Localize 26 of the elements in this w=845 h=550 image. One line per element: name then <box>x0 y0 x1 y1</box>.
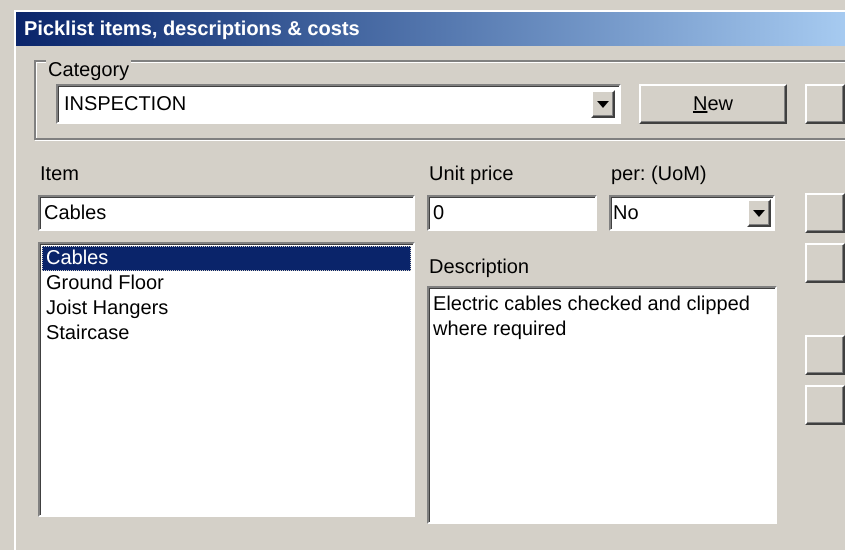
uom-dropdown[interactable]: No <box>609 195 775 231</box>
list-item[interactable]: Cables <box>42 246 411 271</box>
caret-icon <box>597 100 609 108</box>
list-item[interactable]: Joist Hangers <box>42 296 411 321</box>
items-list[interactable]: Cables Ground Floor Joist Hangers Staircase <box>38 242 415 517</box>
dropdown-button[interactable] <box>747 199 771 227</box>
field-label: per: (UoM) <box>611 162 708 186</box>
button[interactable]: New <box>639 84 787 124</box>
list-item[interactable]: Staircase <box>42 321 411 346</box>
category-dropdown[interactable]: INSPECTION <box>56 84 621 124</box>
input-field[interactable]: Cables <box>38 195 415 231</box>
window-title: Picklist items, descriptions & costs <box>24 17 360 42</box>
description-field[interactable]: Electric cables checked and clipped where required <box>427 286 777 524</box>
button[interactable] <box>805 385 845 425</box>
caret-icon <box>753 210 765 216</box>
button[interactable] <box>805 243 845 283</box>
button[interactable] <box>805 193 845 233</box>
field-label: Unit price <box>429 162 514 186</box>
group-label: Category <box>46 58 132 82</box>
input-field[interactable]: 0 <box>427 195 597 231</box>
list-item[interactable]: Ground Floor <box>42 271 411 296</box>
field-label: Item <box>40 162 80 186</box>
button[interactable] <box>805 84 845 124</box>
button[interactable] <box>805 335 845 375</box>
field-label: Description <box>429 255 530 279</box>
dropdown-button[interactable] <box>591 90 615 118</box>
